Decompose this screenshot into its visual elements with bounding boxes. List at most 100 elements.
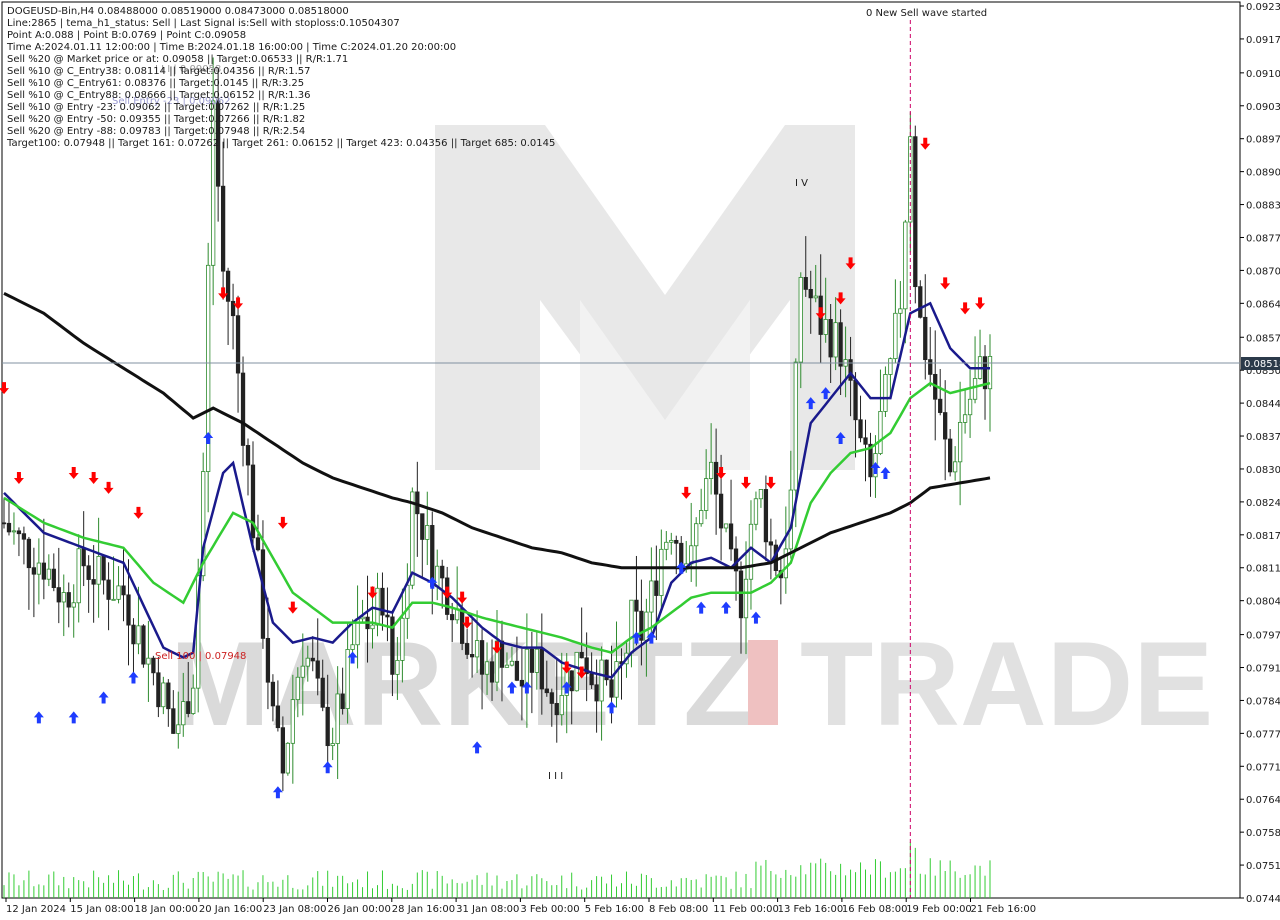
candle-body <box>335 693 340 744</box>
price-tick-label: 0.08308 <box>1246 465 1280 476</box>
candle-body <box>450 614 455 621</box>
candle-body <box>599 659 604 702</box>
candle-body <box>539 648 544 690</box>
candle-body <box>644 611 649 641</box>
candle-body <box>176 724 181 734</box>
candle-body <box>400 617 405 661</box>
candle-body <box>838 322 843 367</box>
candle-body <box>121 585 126 596</box>
candle-body <box>913 136 918 288</box>
candle-body <box>255 537 261 551</box>
candle-body <box>295 676 300 701</box>
price-tick-label: 0.07646 <box>1246 795 1280 806</box>
candle-body <box>938 398 943 413</box>
candle-body <box>425 525 430 540</box>
candle-body <box>878 411 883 454</box>
candle-body <box>928 359 933 375</box>
price-tick-label: 0.07580 <box>1246 828 1280 839</box>
candle-body <box>808 288 813 299</box>
candle-body <box>469 654 475 658</box>
info-line: Point A:0.088 | Point B:0.0769 | Point C… <box>7 30 246 41</box>
time-tick-label: 8 Feb 08:00 <box>649 904 708 915</box>
candle-body <box>534 648 539 673</box>
candle-body <box>659 548 664 596</box>
price-tick-label: 0.09236 <box>1246 2 1280 13</box>
price-tick-label: 0.08242 <box>1246 498 1280 509</box>
candle-body <box>21 533 27 540</box>
candle-body <box>723 523 729 529</box>
candle-body <box>191 687 196 714</box>
candle-body <box>270 681 276 707</box>
candle-body <box>554 703 559 716</box>
price-tick-label: 0.07844 <box>1246 696 1280 707</box>
info-line: Sell %10 @ C_Entry38: 0.08114 || Target:… <box>7 66 310 77</box>
candle-body <box>918 286 923 318</box>
time-tick-label: 16 Feb 08:00 <box>842 904 908 915</box>
candle-body <box>240 372 246 446</box>
candle-body <box>763 489 769 543</box>
price-tick-label: 0.08970 <box>1246 135 1280 146</box>
candle-body <box>853 379 858 421</box>
candle-body <box>609 679 614 698</box>
candle-body <box>948 438 953 473</box>
candle-body <box>514 660 520 681</box>
time-tick-label: 21 Feb 16:00 <box>971 904 1037 915</box>
price-tick-label: 0.08110 <box>1246 564 1280 575</box>
candle-body <box>699 510 704 525</box>
candle-body <box>967 398 973 416</box>
candle-body <box>589 673 594 686</box>
candle-body <box>962 414 968 423</box>
candle-body <box>166 682 171 710</box>
candle-body <box>285 742 290 774</box>
candle-body <box>529 648 535 673</box>
candle-body <box>898 308 903 314</box>
price-tick-label: 0.08904 <box>1246 168 1280 179</box>
candle-body <box>957 421 963 463</box>
candle-body <box>464 643 470 655</box>
candle-body <box>669 539 674 543</box>
time-tick-label: 18 Jan 00:00 <box>135 904 198 915</box>
time-tick-label: 5 Feb 16:00 <box>585 904 644 915</box>
candle-body <box>345 649 350 710</box>
candle-body <box>405 584 410 619</box>
price-tick-label: 0.07712 <box>1246 762 1280 773</box>
candle-body <box>639 610 644 641</box>
candle-body <box>91 579 96 585</box>
candle-body <box>26 538 32 569</box>
current-price-value: 0.08518 <box>1244 359 1280 370</box>
candle-body <box>704 478 709 511</box>
candle-body <box>718 493 724 529</box>
candle-body <box>275 705 281 729</box>
candle-body <box>569 670 574 692</box>
candle-body <box>649 580 654 613</box>
candle-body <box>972 378 978 400</box>
time-tick-label: 15 Jan 08:00 <box>70 904 133 915</box>
candle-body <box>614 661 619 698</box>
candle-body <box>146 657 151 665</box>
info-line: Sell %10 @ C_Entry88: 0.08666 || Target:… <box>7 90 310 101</box>
candle-body <box>61 592 66 603</box>
candle-body <box>888 358 893 375</box>
candle-body <box>86 565 91 580</box>
candle-body <box>126 594 131 626</box>
current-price-tag: 0.08518 <box>1241 357 1280 370</box>
price-tick-label: 0.07976 <box>1246 631 1280 642</box>
price-tick-label: 0.08640 <box>1246 299 1280 310</box>
candle-body <box>181 701 186 726</box>
candle-body <box>225 270 231 302</box>
time-tick-label: 19 Feb 00:00 <box>906 904 972 915</box>
candle-body <box>549 692 554 704</box>
info-line: Target100: 0.07948 || Target 161: 0.0726… <box>6 138 555 149</box>
candle-body <box>1 522 7 525</box>
candle-body <box>634 599 639 612</box>
candle-body <box>893 312 898 360</box>
candle-body <box>330 743 335 747</box>
candle-body <box>664 541 669 550</box>
price-tick-label: 0.08044 <box>1246 597 1280 608</box>
candle-body <box>629 599 634 654</box>
candle-body <box>753 498 759 525</box>
price-tick-label: 0.09036 <box>1246 102 1280 113</box>
candle-body <box>106 579 111 600</box>
price-tick-label: 0.09102 <box>1246 69 1280 80</box>
candle-body <box>340 693 345 710</box>
